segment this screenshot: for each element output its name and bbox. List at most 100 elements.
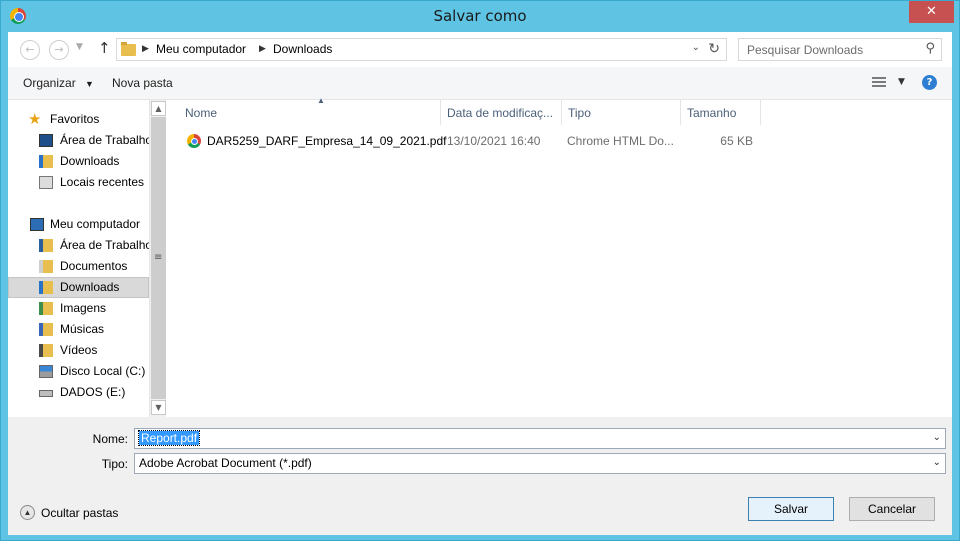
chevron-down-icon: ▼ xyxy=(85,79,94,89)
nav-item-label: Área de Trabalho xyxy=(60,133,153,147)
nav-item-label: Músicas xyxy=(60,322,105,336)
downloads-folder-icon xyxy=(121,42,136,56)
drive-icon xyxy=(39,390,53,397)
nav-item-label: Área de Trabalho xyxy=(60,238,153,252)
desktop-icon xyxy=(39,134,53,147)
save-form: Nome: Report.pdf ⌄ Tipo: Adobe Acrobat D… xyxy=(8,417,952,535)
crumb-meu-computador[interactable]: Meu computador xyxy=(156,42,246,56)
nav-meu-computador[interactable]: Meu computador xyxy=(8,214,149,235)
nav-fav-locais-recentes[interactable]: Locais recentes xyxy=(8,172,149,193)
videos-folder-icon xyxy=(39,344,53,357)
title-bar: Salvar como ✕ xyxy=(1,1,959,32)
nav-favoritos-label: Favoritos xyxy=(50,112,100,126)
crumb-separator[interactable]: ▶ xyxy=(142,44,149,54)
chrome-icon xyxy=(187,134,201,148)
downloads-folder-icon xyxy=(39,155,53,168)
chevron-down-icon[interactable]: ⌄ xyxy=(933,457,941,468)
new-folder-button[interactable]: Nova pasta xyxy=(112,76,173,90)
nav-item-label: Downloads xyxy=(60,280,120,294)
hide-folders-label: Ocultar pastas xyxy=(41,506,119,520)
column-header-label: Nome xyxy=(185,106,218,120)
toolbar: Organizar ▼ Nova pasta ▼ ? xyxy=(8,67,952,100)
sort-ascending-icon: ▲ xyxy=(317,96,325,105)
search-box[interactable]: Pesquisar Downloads ⚲ xyxy=(738,38,942,61)
nav-pc-documentos[interactable]: Documentos xyxy=(8,256,149,277)
search-icon[interactable]: ⚲ xyxy=(925,41,935,56)
name-label: Nome: xyxy=(92,432,128,446)
nav-item-label: Locais recentes xyxy=(60,175,145,189)
nav-item-label: Documentos xyxy=(60,259,128,273)
recent-locations-dropdown[interactable]: ▼ xyxy=(76,42,83,52)
desktop-folder-icon xyxy=(39,239,53,252)
nav-fav-downloads[interactable]: Downloads xyxy=(8,151,149,172)
address-dropdown[interactable]: ⌄ xyxy=(692,42,700,53)
navigation-pane: ★ Favoritos Área de Trabalho Downloads L… xyxy=(8,100,167,417)
organize-label: Organizar xyxy=(23,76,76,90)
file-name: DAR5259_DARF_Empresa_14_09_2021.pdf xyxy=(207,134,447,148)
refresh-icon[interactable]: ↻ xyxy=(708,41,720,57)
nav-pc-downloads[interactable]: Downloads xyxy=(8,277,149,298)
up-button[interactable]: ↑ xyxy=(98,39,111,57)
nav-pc-imagens[interactable]: Imagens xyxy=(8,298,149,319)
forward-button[interactable]: → xyxy=(49,40,69,60)
file-name-combobox[interactable]: Report.pdf ⌄ xyxy=(134,428,946,449)
organize-button[interactable]: Organizar ▼ xyxy=(23,76,94,90)
chevron-down-icon[interactable]: ⌄ xyxy=(933,432,941,443)
column-header-label: Tipo xyxy=(568,106,591,120)
nav-favoritos[interactable]: ★ Favoritos xyxy=(8,109,149,130)
computer-icon xyxy=(30,218,44,231)
nav-item-label: Downloads xyxy=(60,154,120,168)
view-options-dropdown[interactable]: ▼ xyxy=(898,77,905,87)
column-header-label: Data de modificaç... xyxy=(447,106,554,120)
file-row[interactable]: DAR5259_DARF_Empresa_14_09_2021.pdf 13/1… xyxy=(167,130,767,152)
nav-item-label: DADOS (E:) xyxy=(60,385,126,399)
chevron-up-icon: ▲ xyxy=(20,505,35,520)
nav-pc-musicas[interactable]: Músicas xyxy=(8,319,149,340)
column-header-modified[interactable]: Data de modificaç... xyxy=(441,100,562,125)
column-header-name[interactable]: Nome ▲ xyxy=(179,96,441,125)
column-header-size[interactable]: Tamanho xyxy=(681,100,761,125)
cancel-button[interactable]: Cancelar xyxy=(849,497,935,521)
save-as-dialog: Salvar como ✕ ← → ▼ ↑ ▶ Meu computador ▶… xyxy=(0,0,960,541)
star-icon: ★ xyxy=(28,111,42,128)
help-icon[interactable]: ? xyxy=(922,75,937,90)
nav-scrollbar[interactable]: ▲ ≡ ▼ xyxy=(149,100,166,417)
pictures-folder-icon xyxy=(39,302,53,315)
nav-pc-dados[interactable]: DADOS (E:) xyxy=(8,382,149,403)
file-modified: 13/10/2021 16:40 xyxy=(447,134,541,148)
music-folder-icon xyxy=(39,323,53,336)
nav-item-label: Imagens xyxy=(60,301,107,315)
scroll-up-arrow[interactable]: ▲ xyxy=(151,101,166,116)
recent-places-icon xyxy=(39,176,53,189)
scroll-thumb[interactable]: ≡ xyxy=(151,117,166,399)
nav-fav-area-de-trabalho[interactable]: Área de Trabalho xyxy=(8,130,153,151)
search-placeholder: Pesquisar Downloads xyxy=(747,43,864,57)
dialog-client: ← → ▼ ↑ ▶ Meu computador ▶ Downloads ⌄ ↻… xyxy=(8,32,952,535)
crumb-downloads[interactable]: Downloads xyxy=(273,42,332,56)
nav-item-label: Disco Local (C:) xyxy=(60,364,146,378)
save-button[interactable]: Salvar xyxy=(748,497,834,521)
column-header-type[interactable]: Tipo xyxy=(562,100,681,125)
file-size: 65 KB xyxy=(720,134,753,148)
crumb-separator[interactable]: ▶ xyxy=(259,44,266,54)
type-label: Tipo: xyxy=(101,457,128,471)
nav-meu-computador-label: Meu computador xyxy=(50,217,141,231)
file-name-value[interactable]: Report.pdf xyxy=(137,430,201,446)
nav-pc-area-de-trabalho[interactable]: Área de Trabalho xyxy=(8,235,153,256)
close-button[interactable]: ✕ xyxy=(909,1,954,23)
view-details-icon[interactable] xyxy=(872,77,886,89)
file-type-value: Adobe Acrobat Document (*.pdf) xyxy=(139,456,312,470)
file-list: Nome ▲ Data de modificaç... Tipo Tamanho… xyxy=(167,96,952,417)
back-button[interactable]: ← xyxy=(20,40,40,60)
downloads-folder-icon xyxy=(39,281,53,294)
address-row: ← → ▼ ↑ ▶ Meu computador ▶ Downloads ⌄ ↻… xyxy=(8,32,952,67)
file-type-select[interactable]: Adobe Acrobat Document (*.pdf) ⌄ xyxy=(134,453,946,474)
nav-item-label: Vídeos xyxy=(60,343,98,357)
address-bar[interactable]: ▶ Meu computador ▶ Downloads ⌄ ↻ xyxy=(116,38,727,61)
scroll-down-arrow[interactable]: ▼ xyxy=(151,400,166,415)
nav-pc-videos[interactable]: Vídeos xyxy=(8,340,149,361)
grip-icon: ≡ xyxy=(154,252,163,263)
nav-pc-disco-local[interactable]: Disco Local (C:) xyxy=(8,361,149,382)
column-header-label: Tamanho xyxy=(687,106,737,120)
window-title: Salvar como xyxy=(433,7,527,25)
